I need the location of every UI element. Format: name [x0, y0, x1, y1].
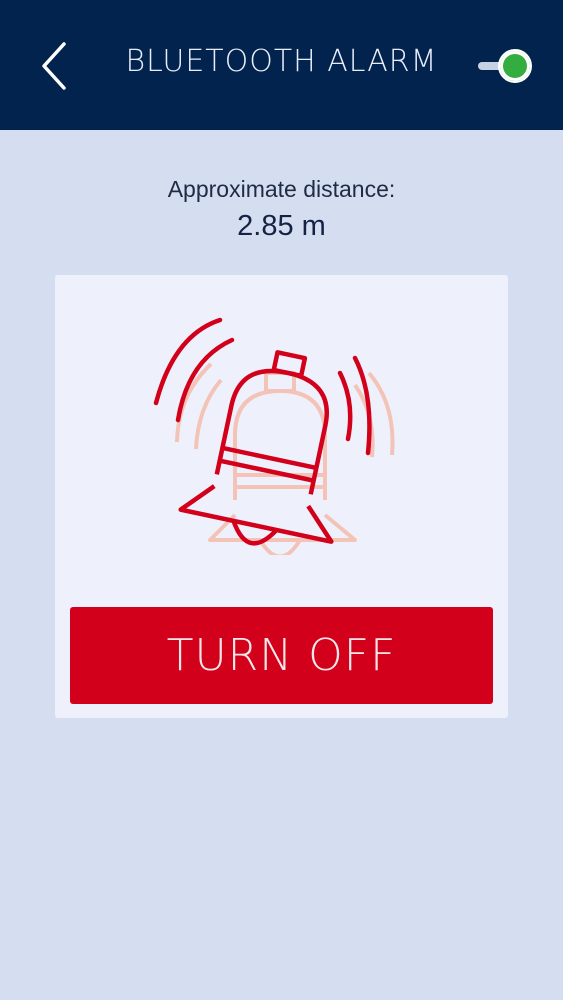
- alarm-card: TURN OFF: [55, 275, 508, 718]
- sound-waves: [153, 317, 372, 456]
- ringing-bell-icon: [153, 317, 395, 555]
- toggle-knob: [498, 49, 532, 83]
- app-header: BLUETOOTH ALARM: [0, 0, 563, 130]
- distance-value: 2.85 m: [237, 210, 326, 242]
- turn-off-button[interactable]: TURN OFF: [70, 607, 493, 704]
- alarm-toggle[interactable]: [478, 49, 536, 83]
- distance-label: Approximate distance:: [167, 176, 396, 202]
